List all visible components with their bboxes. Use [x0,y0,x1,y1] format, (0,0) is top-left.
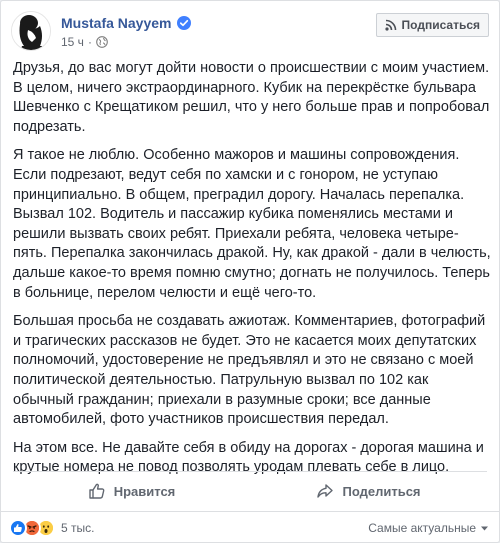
subscribe-label: Подписаться [401,18,480,32]
like-label: Нравится [113,483,176,499]
verified-check-icon [176,16,191,30]
rss-icon [384,19,396,31]
divider [1,511,499,512]
post-paragraph: Я такое не люблю. Особенно мажоров и маш… [13,147,491,301]
chevron-down-icon [481,526,488,530]
post-card: Mustafa Nayyem 15 ч · Подписаться Друзья… [0,0,500,543]
globe-icon [96,36,108,48]
reaction-count: 5 тыс. [61,521,95,535]
subscribe-button[interactable]: Подписаться [375,13,489,37]
like-button[interactable]: Нравится [13,473,250,509]
post-actions: Нравится Поделиться [13,473,487,509]
post-paragraph: Друзья, до вас могут дойти новости о про… [13,60,490,135]
post-paragraph: Большая просьба не создавать ажиотаж. Ко… [13,313,486,428]
like-reaction-icon [9,519,27,537]
author-name[interactable]: Mustafa Nayyem [61,15,172,31]
post-header: Mustafa Nayyem 15 ч · Подписаться [11,11,489,53]
share-label: Поделиться [342,483,421,499]
separator-dot: · [87,35,92,49]
divider [13,471,487,472]
post-footer: 5 тыс. Самые актуальные [9,517,489,539]
reactions-summary[interactable]: 5 тыс. [9,519,94,537]
thumbs-up-icon [89,483,105,499]
sort-label: Самые актуальные [368,521,476,535]
comment-sort-dropdown[interactable]: Самые актуальные [368,521,489,535]
post-timestamp[interactable]: 15 ч [61,35,84,49]
post-body: Друзья, до вас могут дойти новости о про… [13,59,491,487]
share-arrow-icon [317,484,334,498]
share-button[interactable]: Поделиться [250,473,487,509]
author-avatar[interactable] [11,11,51,51]
avatar-silhouette-icon [12,12,50,50]
